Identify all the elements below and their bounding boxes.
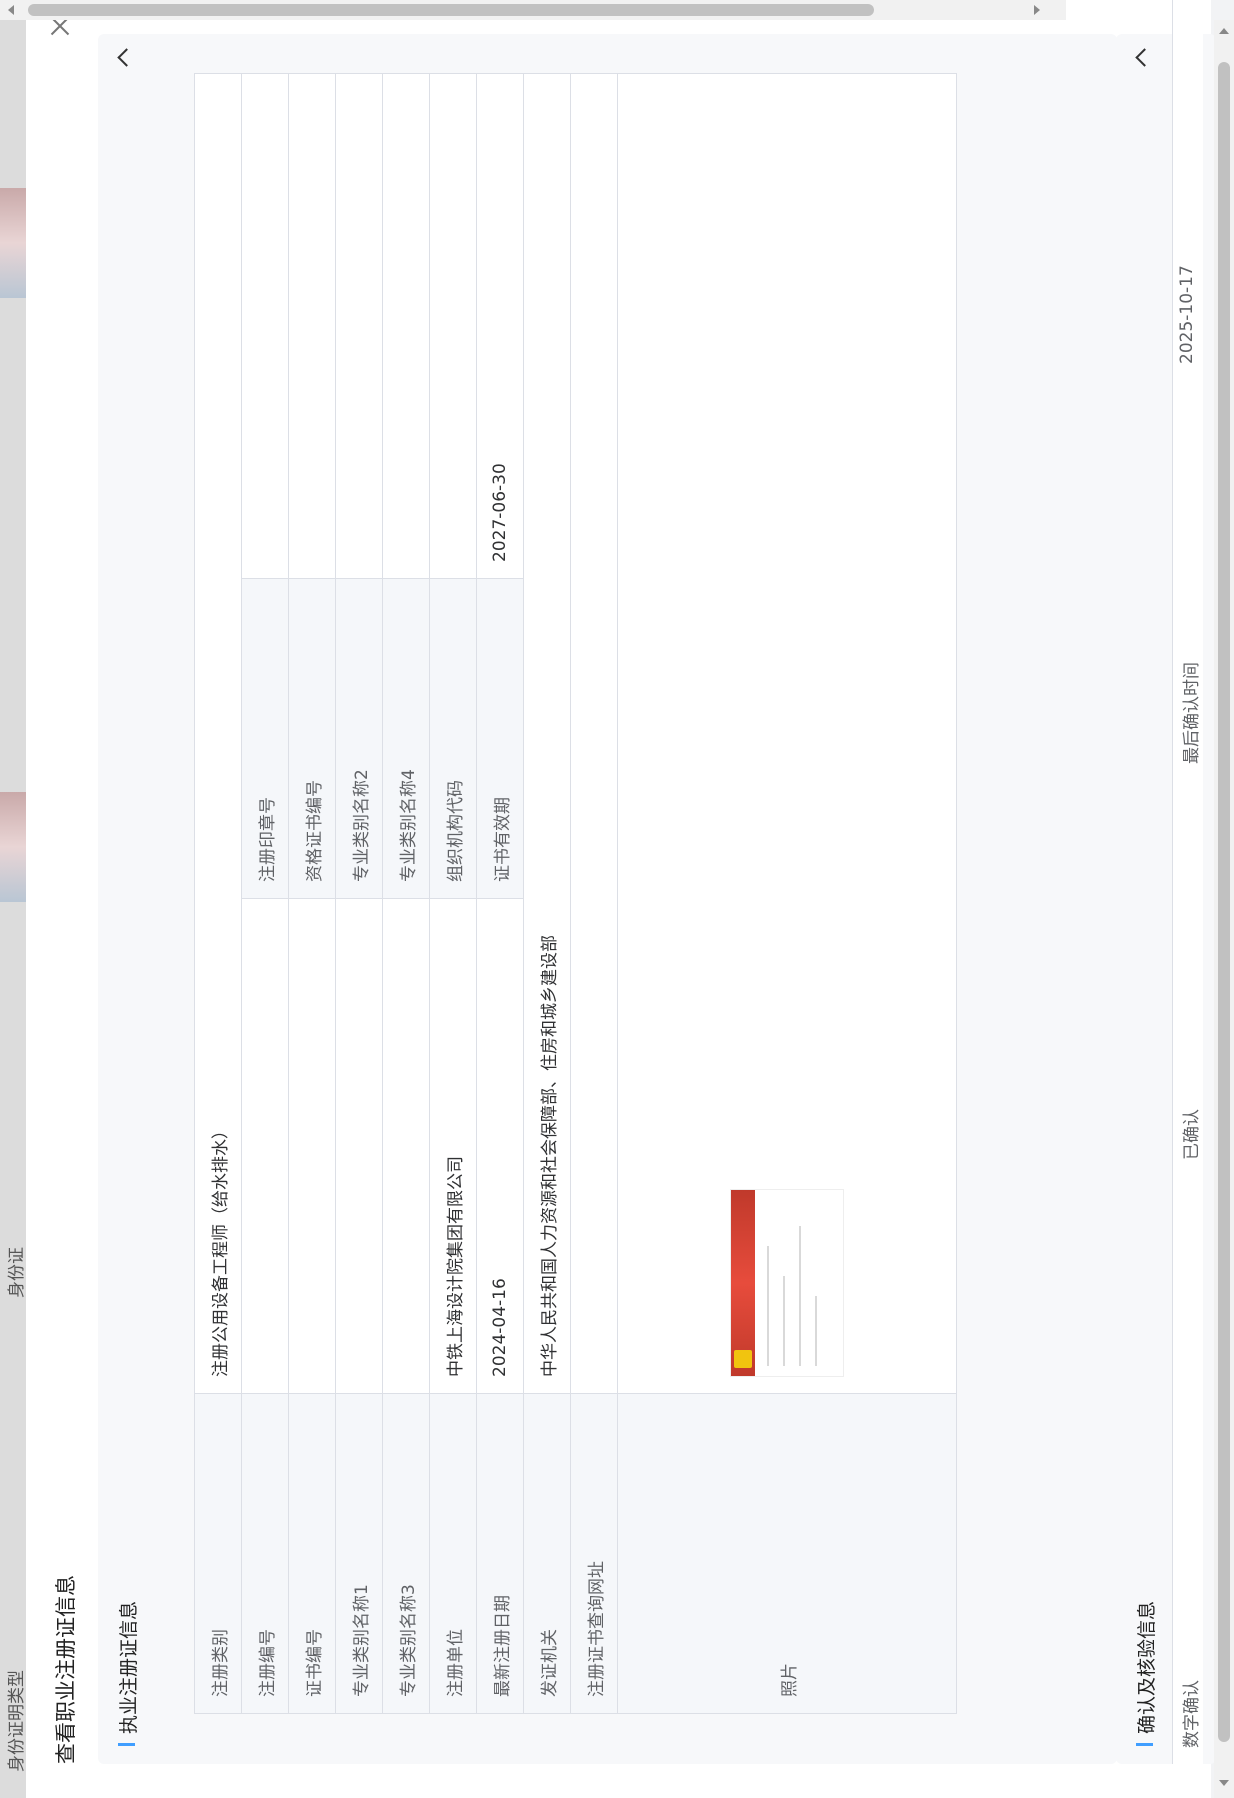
field-value (382, 898, 430, 1394)
confirm-value-last-time: 2025-10-17 (1177, 265, 1197, 364)
field-value: 2027-06-30 (476, 73, 524, 579)
field-value: 中华人民共和国人力资源和社会保障部、住房和城乡建设部 (523, 73, 571, 1394)
field-value (335, 898, 383, 1394)
confirm-section-title: 确认及核验信息 (1132, 1601, 1159, 1734)
field-label: 注册类别 (194, 1393, 242, 1714)
field-label: 注册编号 (241, 1393, 289, 1714)
viewport: 身份证明类型 身份证 查看职业注册证信息 执业注册证信息 注册类别 注册公用设备工… (0, 0, 1234, 1798)
confirm-label-digital: 数字确认 (1182, 1680, 1202, 1748)
field-label: 专业类别名称4 (382, 578, 430, 899)
registration-table-body: 注册类别 注册公用设备工程师（给水排水） 注册编号 注册印章号 证书编号 资格证书编号 专业… (194, 73, 957, 1714)
table-row: 专业类别名称3 专业类别名称4 (382, 73, 430, 1714)
scroll-left-icon[interactable] (8, 5, 14, 15)
field-value (241, 898, 289, 1394)
photo-cell (617, 73, 957, 1394)
confirm-value-status: 已确认 (1182, 1109, 1202, 1160)
thumb-line (783, 1276, 785, 1366)
table-row: 注册类别 注册公用设备工程师（给水排水） (194, 73, 242, 1714)
bg-label-id-card: 身份证 (7, 1247, 27, 1298)
registration-section-title: 执业注册证信息 (114, 1601, 141, 1734)
table-row: 专业类别名称1 专业类别名称2 (335, 73, 383, 1714)
confirm-card: 确认及核验信息 数字确认 已确认 最后确认时间 2025-10-17 (1116, 0, 1216, 1764)
registration-card: 执业注册证信息 注册类别 注册公用设备工程师（给水排水） 注册编号 注册印章号 证书编号… (98, 34, 1117, 1764)
vertical-scroll-thumb[interactable] (1218, 62, 1230, 1742)
table-row: 注册编号 注册印章号 (241, 73, 289, 1714)
emblem-icon (734, 1350, 752, 1368)
field-value (335, 73, 383, 579)
field-label: 注册单位 (429, 1393, 477, 1714)
confirm-label-last-time: 最后确认时间 (1182, 662, 1202, 764)
certificate-photo[interactable] (730, 1189, 844, 1377)
confirm-row: 数字确认 已确认 最后确认时间 2025-10-17 (1172, 0, 1203, 1764)
field-label: 发证机关 (523, 1393, 571, 1714)
scroll-up-icon[interactable] (1219, 28, 1229, 34)
field-label: 证书编号 (288, 1393, 336, 1714)
thumb-line (815, 1296, 817, 1366)
horizontal-scrollbar[interactable] (0, 0, 1066, 20)
field-label: 专业类别名称1 (335, 1393, 383, 1714)
table-row: 证书编号 资格证书编号 (288, 73, 336, 1714)
field-value: 注册公用设备工程师（给水排水） (194, 73, 242, 1394)
field-value (429, 73, 477, 579)
field-label: 最新注册日期 (476, 1393, 524, 1714)
field-label: 专业类别名称2 (335, 578, 383, 899)
field-label: 组织机构代码 (429, 578, 477, 899)
table-row: 最新注册日期 2024-04-16 证书有效期 2027-06-30 (476, 73, 524, 1714)
table-row: 注册证书查询网址 (570, 73, 618, 1714)
vertical-scrollbar[interactable] (1214, 20, 1234, 1798)
chevron-right-icon[interactable] (117, 48, 136, 67)
field-value (241, 73, 289, 579)
registration-dialog: 查看职业注册证信息 执业注册证信息 注册类别 注册公用设备工程师（给水排水） 注册编… (26, 0, 1216, 1798)
table-row-photo: 照片 (617, 73, 957, 1714)
photo-label: 照片 (617, 1393, 957, 1714)
field-label: 专业类别名称3 (382, 1393, 430, 1714)
background-form: 身份证明类型 身份证 (0, 0, 27, 1798)
field-label: 资格证书编号 (288, 578, 336, 899)
dialog-title: 查看职业注册证信息 (54, 1575, 78, 1764)
chevron-right-icon[interactable] (1135, 48, 1154, 67)
field-label: 证书有效期 (476, 578, 524, 899)
field-value: 中铁上海设计院集团有限公司 (429, 898, 477, 1394)
field-value (382, 73, 430, 579)
thumb-header (731, 1190, 755, 1376)
field-value (570, 73, 618, 1394)
scroll-down-icon[interactable] (1219, 1780, 1229, 1786)
horizontal-scroll-thumb[interactable] (28, 4, 874, 16)
field-value: 2024-04-16 (476, 898, 524, 1394)
thumb-line (767, 1246, 769, 1366)
bg-label-id-type: 身份证明类型 (7, 1670, 27, 1772)
thumb-line (799, 1226, 801, 1366)
table-row: 注册单位 中铁上海设计院集团有限公司 组织机构代码 (429, 73, 477, 1714)
field-label: 注册证书查询网址 (570, 1393, 618, 1714)
scroll-right-icon[interactable] (1034, 5, 1040, 15)
field-label: 注册印章号 (241, 578, 289, 899)
rotated-page: 身份证明类型 身份证 查看职业注册证信息 执业注册证信息 注册类别 注册公用设备工… (0, 0, 1234, 1798)
registration-table: 注册类别 注册公用设备工程师（给水排水） 注册编号 注册印章号 证书编号 资格证书编号 专业… (194, 73, 957, 1714)
table-row: 发证机关 中华人民共和国人力资源和社会保障部、住房和城乡建设部 (523, 73, 571, 1714)
bg-photo-1 (0, 792, 26, 902)
field-value (288, 73, 336, 579)
bg-photo-2 (0, 188, 26, 298)
field-value (288, 898, 336, 1394)
